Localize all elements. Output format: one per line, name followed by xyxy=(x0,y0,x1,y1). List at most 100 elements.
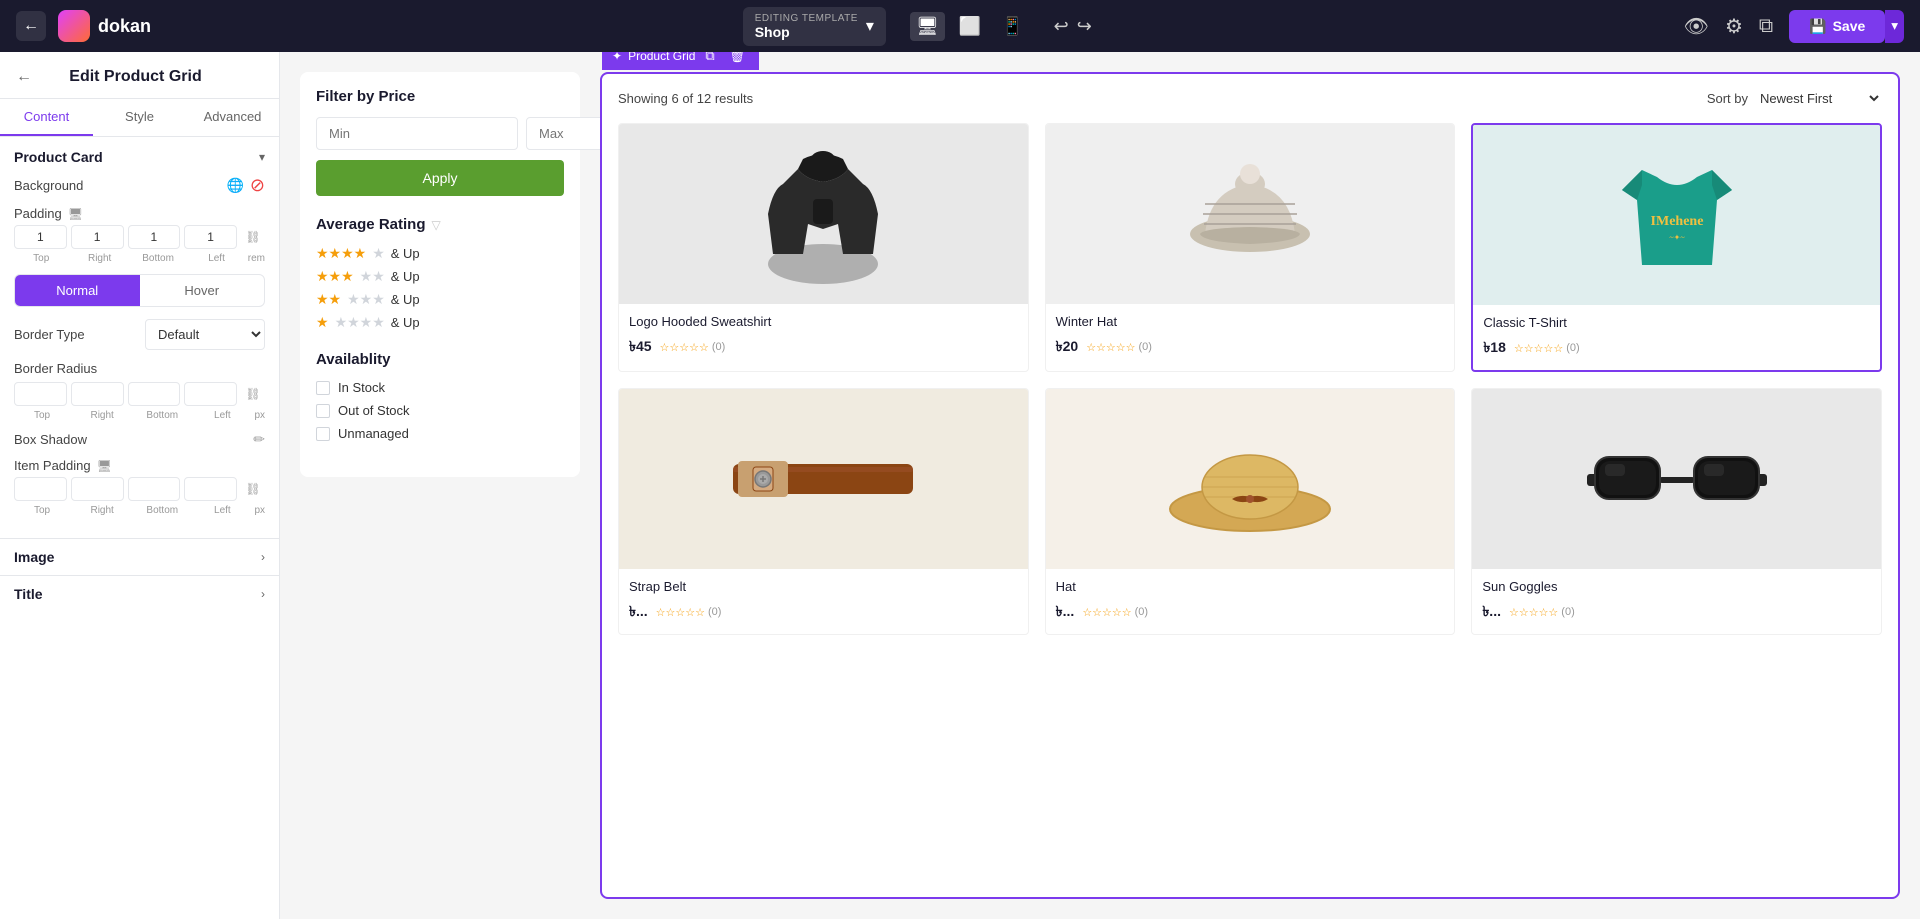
product-image-hat xyxy=(1046,389,1455,569)
product-name-winter-hat: Winter Hat xyxy=(1056,314,1445,329)
product-price-belt: ৳... xyxy=(629,600,648,624)
image-subsection[interactable]: Image › xyxy=(0,538,279,575)
link-radius-icon[interactable]: ⛓ xyxy=(241,382,265,406)
apply-button[interactable]: Apply xyxy=(316,160,564,196)
left-panel: ← Edit Product Grid Content Style Advanc… xyxy=(0,52,280,919)
avail-out-of-stock[interactable]: Out of Stock xyxy=(316,403,564,418)
tab-style[interactable]: Style xyxy=(93,99,186,136)
product-card-hat[interactable]: Hat ৳... ☆☆☆☆☆ (0) xyxy=(1045,388,1456,635)
radius-right-input[interactable] xyxy=(71,382,124,406)
product-card-hoodie[interactable]: Logo Hooded Sweatshirt ৳45 ☆☆☆☆☆ (0) xyxy=(618,123,1029,372)
box-shadow-edit-icon[interactable]: ✏ xyxy=(253,431,265,448)
filter-rating-section: Average Rating ▽ ★★★★★ & Up ★★★★★ & Up ★… xyxy=(316,216,564,331)
r-top-label: Top xyxy=(14,410,70,421)
tablet-icon[interactable]: ⬜ xyxy=(953,12,987,41)
toolbar-delete-button[interactable]: 🗑 xyxy=(725,52,750,66)
product-price-row-belt: ৳... ☆☆☆☆☆ (0) xyxy=(629,600,1018,624)
product-card-goggles[interactable]: Sun Goggles ৳... ☆☆☆☆☆ (0) xyxy=(1471,388,1882,635)
item-pad-top-input[interactable] xyxy=(14,477,67,501)
tab-content[interactable]: Content xyxy=(0,99,93,136)
padding-right-input[interactable] xyxy=(71,225,124,249)
layers-icon[interactable]: ⧉ xyxy=(1759,15,1773,38)
product-card-header[interactable]: Product Card ▾ xyxy=(14,149,265,165)
star-3: ☆☆☆☆☆ xyxy=(1514,342,1563,355)
radius-top-input[interactable] xyxy=(14,382,67,406)
product-card-belt[interactable]: Strap Belt ৳... ☆☆☆☆☆ (0) xyxy=(618,388,1029,635)
product-card-tshirt[interactable]: IMehene ~✦~ Classic T-Shirt ৳18 ☆☆☆☆☆ (0… xyxy=(1471,123,1882,372)
rating-count-belt: (0) xyxy=(708,606,721,618)
rating-filter-icon: ▽ xyxy=(431,218,440,232)
link-padding-icon[interactable]: ⛓ xyxy=(241,225,265,249)
product-card-winter-hat[interactable]: Winter Hat ৳20 ☆☆☆☆☆ (0) xyxy=(1045,123,1456,372)
svg-text:~✦~: ~✦~ xyxy=(1669,233,1685,242)
title-subsection[interactable]: Title › xyxy=(0,575,279,612)
panel-back-button[interactable]: ← xyxy=(16,68,32,86)
tab-advanced[interactable]: Advanced xyxy=(186,99,279,136)
padding-bottom-input[interactable] xyxy=(128,225,181,249)
item-padding-label: Item Padding xyxy=(14,458,91,473)
globe-icon[interactable]: 🌐 xyxy=(226,177,243,194)
panel-header: ← Edit Product Grid xyxy=(0,52,279,99)
desktop-icon[interactable]: 🖥 xyxy=(910,12,945,41)
products-grid: Logo Hooded Sweatshirt ৳45 ☆☆☆☆☆ (0) xyxy=(618,123,1882,635)
rating-row-1[interactable]: ★★★★★ & Up xyxy=(316,314,564,331)
border-type-label: Border Type xyxy=(14,327,85,342)
results-count: Showing 6 of 12 results xyxy=(618,91,753,106)
product-rating-tshirt: ☆☆☆☆☆ (0) xyxy=(1514,342,1580,355)
box-shadow-label: Box Shadow xyxy=(14,432,87,447)
rating-count-goggles: (0) xyxy=(1561,606,1574,618)
avail-in-stock[interactable]: In Stock xyxy=(316,380,564,395)
item-pad-left-input[interactable] xyxy=(184,477,237,501)
back-button[interactable]: ← xyxy=(16,11,46,41)
rating-row-4[interactable]: ★★★★★ & Up xyxy=(316,245,564,262)
item-pad-right-input[interactable] xyxy=(71,477,124,501)
item-padding-device-icon: 🖥 xyxy=(97,459,112,473)
image-chevron-icon: › xyxy=(261,550,265,564)
rating-row-3[interactable]: ★★★★★ & Up xyxy=(316,268,564,285)
sort-by-label: Sort by xyxy=(1707,91,1748,106)
device-icons: 🖥 ⬜ 📱 xyxy=(910,12,1030,41)
rating-row-2[interactable]: ★★★★★ & Up xyxy=(316,291,564,308)
product-price-hoodie: ৳45 xyxy=(629,335,652,359)
logo-text: dokan xyxy=(98,16,151,37)
sort-select[interactable]: Newest First Price: Low to High Price: H… xyxy=(1756,90,1882,107)
padding-left-input[interactable] xyxy=(184,225,237,249)
main-layout: ← Edit Product Grid Content Style Advanc… xyxy=(0,52,1920,919)
radius-left-input[interactable] xyxy=(184,382,237,406)
content-area: Filter by Price Apply Average Rating ▽ ★… xyxy=(280,52,1920,919)
image-section-title: Image xyxy=(14,549,54,565)
radius-bottom-input[interactable] xyxy=(128,382,181,406)
star-1: ☆☆☆☆☆ xyxy=(660,341,709,354)
product-image-goggles xyxy=(1472,389,1881,569)
padding-top-input[interactable] xyxy=(14,225,67,249)
stars-2: ★★ xyxy=(316,291,341,308)
preview-icon[interactable]: 👁 xyxy=(1684,14,1709,39)
mobile-icon[interactable]: 📱 xyxy=(995,12,1029,41)
grid-toolbar-label: Product Grid xyxy=(628,52,695,63)
in-stock-checkbox[interactable] xyxy=(316,381,330,395)
clear-background-icon[interactable]: ⊘ xyxy=(250,175,265,196)
belt-svg xyxy=(723,399,923,559)
hover-state-button[interactable]: Hover xyxy=(140,275,265,306)
link-item-pad-icon[interactable]: ⛓ xyxy=(241,477,265,501)
stars-1: ★ xyxy=(316,314,329,331)
editing-template-selector[interactable]: EDITING TEMPLATE Shop ▾ xyxy=(743,7,886,46)
chevron-down-icon: ▾ xyxy=(866,16,874,36)
undo-button[interactable]: ↩ xyxy=(1054,16,1069,37)
settings-icon[interactable]: ⚙ xyxy=(1725,14,1743,39)
product-price-goggles: ৳... xyxy=(1482,600,1501,624)
toolbar-copy-button[interactable]: ⧉ xyxy=(701,52,718,66)
normal-state-button[interactable]: Normal xyxy=(15,275,140,306)
svg-text:IMehene: IMehene xyxy=(1650,214,1703,229)
item-pad-bottom-input[interactable] xyxy=(128,477,181,501)
avail-unmanaged[interactable]: Unmanaged xyxy=(316,426,564,441)
border-type-select[interactable]: Default Solid Dashed Dotted xyxy=(145,319,265,350)
unmanaged-checkbox[interactable] xyxy=(316,427,330,441)
out-of-stock-checkbox[interactable] xyxy=(316,404,330,418)
save-dropdown-button[interactable]: ▾ xyxy=(1885,10,1904,43)
redo-button[interactable]: ↪ xyxy=(1077,16,1092,37)
price-min-input[interactable] xyxy=(316,117,518,150)
save-button[interactable]: 💾 Save xyxy=(1789,10,1885,43)
ip-bottom-label: Bottom xyxy=(134,505,190,516)
product-price-row-hat: ৳... ☆☆☆☆☆ (0) xyxy=(1056,600,1445,624)
